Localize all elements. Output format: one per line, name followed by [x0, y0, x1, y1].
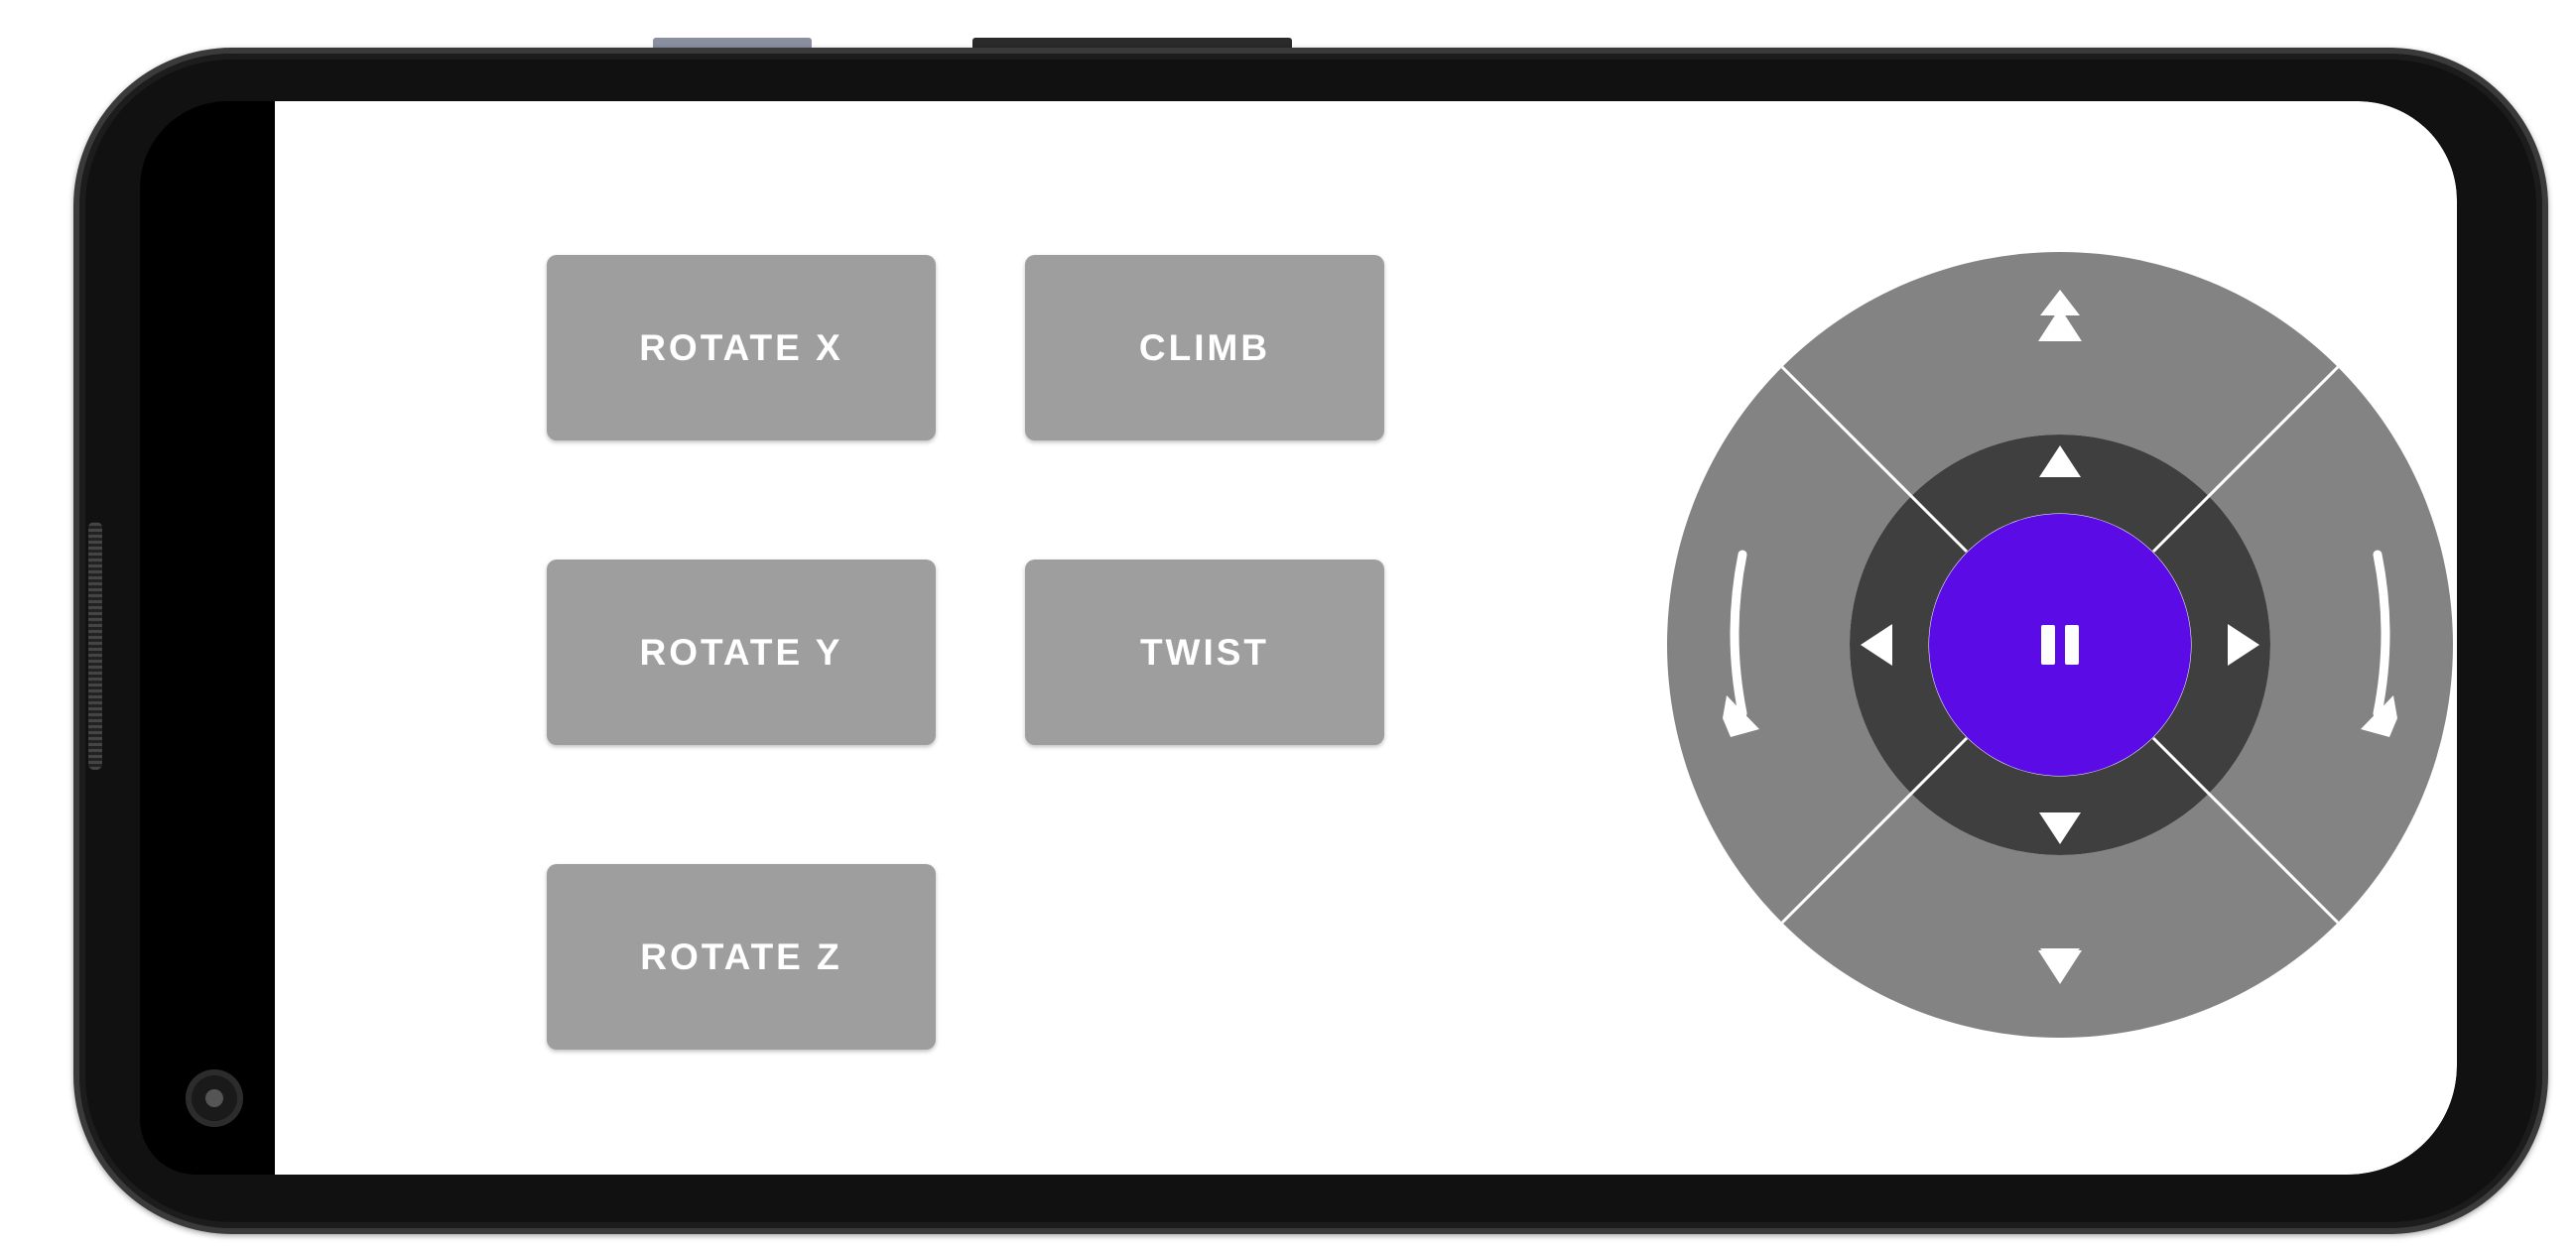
front-camera-icon: [186, 1069, 243, 1127]
volume-button: [653, 38, 812, 48]
climb-button[interactable]: CLIMB: [1025, 255, 1384, 440]
side-speaker-grille: [88, 522, 102, 770]
rotate-y-button[interactable]: ROTATE Y: [547, 560, 936, 745]
app-content: ROTATE X CLIMB ROTATE Y TWIST ROTATE Z: [275, 101, 2457, 1175]
rotate-z-button[interactable]: ROTATE Z: [547, 864, 936, 1050]
power-button: [972, 38, 1292, 48]
twist-button[interactable]: TWIST: [1025, 560, 1384, 745]
dpad-control: [1667, 252, 2453, 1038]
rotate-x-button[interactable]: ROTATE X: [547, 255, 936, 440]
pause-button[interactable]: [1929, 514, 2191, 776]
device-screen: ROTATE X CLIMB ROTATE Y TWIST ROTATE Z: [140, 101, 2457, 1175]
